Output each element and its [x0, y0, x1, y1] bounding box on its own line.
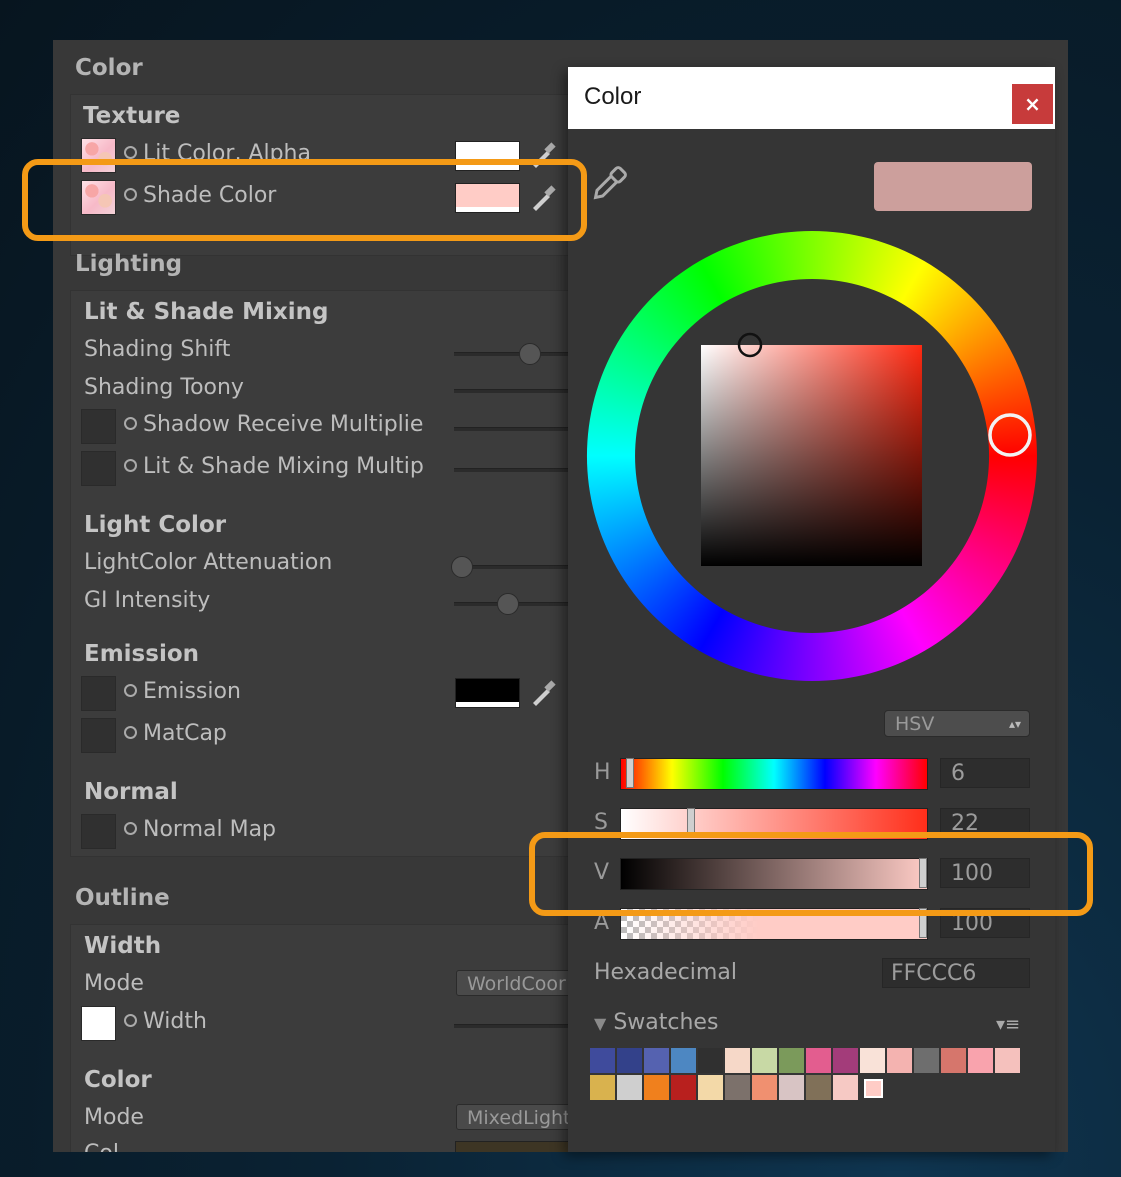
swatch-cell[interactable]: [833, 1075, 858, 1100]
lit-shade-mixing-title: Lit & Shade Mixing: [84, 299, 329, 325]
swatch-cell[interactable]: [941, 1048, 966, 1073]
color-preview: [874, 162, 1032, 211]
swatch-cell[interactable]: [725, 1075, 750, 1100]
width-group-title: Width: [84, 933, 162, 959]
light-color-title: Light Color: [84, 512, 227, 538]
normal-map-texture-slot[interactable]: [81, 814, 116, 849]
swatch-grid: [590, 1048, 1030, 1108]
hexadecimal-label: Hexadecimal: [594, 960, 737, 985]
gi-intensity-label: GI Intensity: [84, 588, 211, 613]
swatch-cell[interactable]: [752, 1048, 777, 1073]
emission-color-swatch[interactable]: [455, 678, 520, 708]
swatch-cell[interactable]: [590, 1048, 615, 1073]
swatch-cell[interactable]: [914, 1048, 939, 1073]
lit-shade-multip-slider[interactable]: [454, 468, 569, 472]
gi-intensity-knob[interactable]: [497, 593, 519, 615]
swatch-cell[interactable]: [725, 1048, 750, 1073]
h-value-field[interactable]: 6: [940, 758, 1030, 788]
width-texture-slot[interactable]: [81, 1006, 116, 1041]
color-section-title: Color: [75, 55, 143, 81]
width-mode-label: Mode: [84, 971, 144, 996]
outline-color-group-title: Color: [84, 1067, 152, 1093]
outline-color-label: Col: [84, 1141, 119, 1152]
shading-toony-label: Shading Toony: [84, 375, 244, 400]
swatch-cell[interactable]: [698, 1075, 723, 1100]
color-window-title: Color: [584, 83, 642, 110]
lighting-section-title: Lighting: [75, 251, 183, 277]
swatch-cell[interactable]: [617, 1075, 642, 1100]
swatch-cell[interactable]: [698, 1048, 723, 1073]
swatch-cell[interactable]: [590, 1075, 615, 1100]
swatch-cell[interactable]: [617, 1048, 642, 1073]
h-label: H: [594, 760, 611, 785]
swatch-cell[interactable]: [806, 1048, 831, 1073]
emission-texture-slot[interactable]: [81, 676, 116, 711]
color-picker-window: Color × HSV ▴▾ H 6 S 22 V 100 A 100 Hexa…: [568, 67, 1055, 1152]
swatch-cell[interactable]: [779, 1075, 804, 1100]
swatch-cell[interactable]: [968, 1048, 993, 1073]
swatch-menu-icon[interactable]: ▾≡: [996, 1014, 1020, 1035]
color-mode-dropdown[interactable]: HSV ▴▾: [884, 710, 1030, 737]
swatch-cell[interactable]: [806, 1075, 831, 1100]
highlight-shade-color: [22, 159, 587, 241]
swatch-cell[interactable]: [833, 1048, 858, 1073]
swatch-cell[interactable]: [779, 1048, 804, 1073]
swatch-cell[interactable]: [860, 1048, 885, 1073]
shadow-receive-texture-slot[interactable]: [81, 409, 116, 444]
highlight-v-channel: [529, 832, 1093, 916]
add-swatch-button[interactable]: [864, 1079, 883, 1098]
swatch-cell[interactable]: [644, 1048, 669, 1073]
emission-group-title: Emission: [84, 641, 199, 667]
swatch-cell[interactable]: [752, 1075, 777, 1100]
dropdown-arrows-icon: ▴▾: [1008, 717, 1021, 731]
width-mode-dropdown[interactable]: WorldCoor: [456, 970, 571, 996]
emission-label: Emission: [124, 679, 241, 704]
close-icon: ×: [1024, 92, 1041, 116]
eyedropper-icon[interactable]: [588, 163, 630, 205]
lit-shade-multip-label: Lit & Shade Mixing Multip: [124, 454, 454, 479]
swatch-cell[interactable]: [644, 1075, 669, 1100]
shading-shift-knob[interactable]: [519, 343, 541, 365]
toggle-icon: [124, 146, 137, 159]
outline-section-title: Outline: [75, 885, 170, 911]
matcap-texture-slot[interactable]: [81, 718, 116, 753]
width-label: Width: [124, 1009, 207, 1034]
shading-shift-label: Shading Shift: [84, 337, 231, 362]
lightcolor-attenuation-knob[interactable]: [451, 556, 473, 578]
width-slider[interactable]: [454, 1024, 569, 1028]
shading-toony-slider[interactable]: [454, 389, 569, 393]
color-mode-dropdown[interactable]: MixedLight: [456, 1104, 571, 1130]
color-window-titlebar[interactable]: Color ×: [568, 67, 1055, 129]
close-button[interactable]: ×: [1012, 84, 1053, 124]
swatch-cell[interactable]: [995, 1048, 1020, 1073]
normal-map-label: Normal Map: [124, 817, 276, 842]
shadow-receive-label: Shadow Receive Multiplie: [124, 412, 454, 437]
triangle-down-icon: ▼: [594, 1014, 607, 1033]
shading-shift-slider[interactable]: [454, 352, 569, 356]
h-slider[interactable]: [620, 758, 928, 790]
h-handle[interactable]: [626, 758, 634, 788]
toggle-icon: [124, 459, 137, 472]
swatch-cell[interactable]: [671, 1075, 696, 1100]
toggle-icon: [124, 1014, 137, 1027]
shadow-receive-slider[interactable]: [454, 427, 569, 431]
swatch-cell[interactable]: [671, 1048, 696, 1073]
hue-wheel[interactable]: [586, 230, 1038, 682]
lit-shade-multip-texture-slot[interactable]: [81, 451, 116, 486]
toggle-icon: [124, 822, 137, 835]
hexadecimal-field[interactable]: FFCCC6: [882, 958, 1030, 988]
normal-group-title: Normal: [84, 779, 178, 805]
toggle-icon: [124, 417, 137, 430]
swatches-foldout[interactable]: ▼ Swatches: [594, 1010, 718, 1035]
toggle-icon: [124, 684, 137, 697]
matcap-label: MatCap: [124, 721, 227, 746]
swatches-label: Swatches: [613, 1010, 719, 1035]
swatch-cell[interactable]: [887, 1048, 912, 1073]
eyedropper-icon[interactable]: [527, 677, 557, 707]
color-mode-label: Mode: [84, 1105, 144, 1130]
toggle-icon: [124, 726, 137, 739]
texture-group-title: Texture: [83, 103, 181, 129]
lightcolor-attenuation-label: LightColor Attenuation: [84, 550, 333, 575]
